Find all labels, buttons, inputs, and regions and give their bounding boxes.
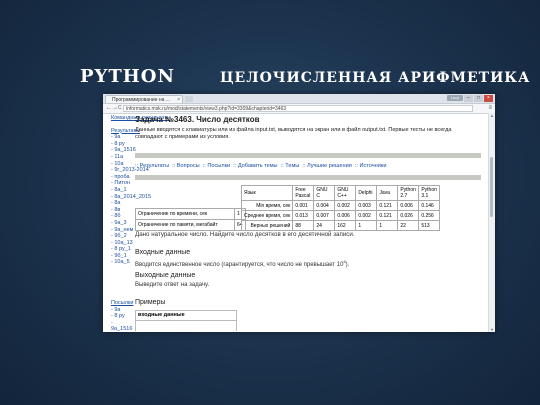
lang-cell: 22 [397, 220, 420, 231]
lang-cell: 513 [418, 220, 441, 231]
task-nav-link[interactable]: :: Результаты [135, 163, 169, 169]
tab-title: Программирование на ... [112, 97, 170, 103]
scroll-down-icon[interactable]: ▼ [489, 327, 495, 332]
lang-cell: 0.006 [397, 200, 420, 211]
sidebar-posts-heading[interactable]: Посылки [111, 300, 133, 307]
examples-table: входные данные [135, 310, 237, 331]
limits-table: Ограничение по времени, сек 1 Ограничени… [135, 208, 246, 231]
maximize-button[interactable]: □ [474, 95, 483, 102]
reload-icon[interactable]: C [118, 105, 122, 112]
sidebar: Командные результаты Результаты - 9а - 8 … [103, 113, 171, 332]
close-window-button[interactable]: × [484, 95, 493, 102]
browser-tab[interactable]: Программирование на ... × [105, 95, 183, 103]
tab-bar: Программирование на ... × Lucy – □ × [103, 94, 495, 104]
task-nav-link[interactable]: :: Лучшие решения [302, 163, 351, 169]
lang-cell: 0.001 [292, 200, 315, 211]
lang-cell: 1 [355, 220, 378, 231]
minimize-button[interactable]: – [464, 95, 473, 102]
lang-cell: 0.256 [418, 210, 441, 221]
limit-label: Ограничение по памяти, мегабайт [135, 219, 235, 231]
new-tab-button[interactable] [185, 96, 193, 102]
task-nav-link[interactable]: :: Добавить темы [233, 163, 277, 169]
scrollbar[interactable]: ▲ ▼ [488, 113, 495, 332]
slide-title-python: PYTHON [80, 66, 175, 87]
scroll-up-icon[interactable]: ▲ [489, 113, 495, 118]
lang-row-label: Min время, сек [240, 200, 294, 211]
lang-cell: 0.121 [376, 210, 399, 221]
lang-cell: 0.006 [334, 210, 357, 221]
limit-label: Ограничение по времени, сек [135, 208, 235, 220]
output-heading: Выходные данные [135, 272, 196, 279]
lang-cell: 0.002 [355, 210, 378, 221]
lang-row-label: Среднее время, сек [240, 210, 294, 221]
limits-row: Ограничение по памяти, мегабайт 64 [135, 219, 246, 231]
divider-bar [135, 175, 481, 180]
main-content: Задача №3463. Число десятков Данные ввод… [135, 113, 487, 332]
task-nav-link[interactable]: :: Посылки [203, 163, 230, 169]
task-title: Задача №3463. Число десятков [135, 115, 260, 124]
output-text: Выведите ответ на задачу. [135, 282, 210, 288]
sidebar-posts-item[interactable]: - 9а [111, 307, 133, 314]
lang-cell: 0.013 [292, 210, 315, 221]
lang-header-cell: Язык [240, 185, 294, 201]
language-stats-table: Язык Free Pascal GNU C GNU C++ Delphi Java Pyt… [240, 185, 441, 231]
problem-statement: Дано натуральное число. Найдите число де… [135, 231, 355, 238]
url-input[interactable]: informatics.msk.ru/mod/statements/view3.… [123, 105, 473, 112]
input-heading: Входные данные [135, 249, 191, 256]
lang-header-cell: Python 2.7 [397, 185, 420, 201]
lang-cell: 1 [376, 220, 399, 231]
lang-cell: 0.003 [355, 200, 378, 211]
lang-row: Верных решений 88 24 162 1 1 22 513 [240, 220, 441, 231]
lang-header-cell: Delphi [355, 185, 378, 201]
user-badge[interactable]: Lucy [447, 95, 463, 101]
lang-row: Среднее время, сек 0.013 0.007 0.006 0.002 0.… [240, 210, 441, 221]
sidebar-posts-item[interactable]: - 9а_1516 [111, 320, 133, 332]
slide-title-topic: ЦЕЛОЧИСЛЕННАЯ АРИФМЕТИКА [220, 70, 531, 86]
task-nav-links: :: Результаты:: Вопросы:: Посылки:: Доба… [135, 163, 389, 169]
lang-cell: 88 [292, 220, 315, 231]
lang-header-cell: Java [376, 185, 399, 201]
examples-heading: Примеры [135, 299, 166, 306]
lang-header-row: Язык Free Pascal GNU C GNU C++ Delphi Java Pyt… [240, 185, 441, 201]
lang-cell: 0.004 [313, 200, 336, 211]
browser-window: Программирование на ... × Lucy – □ × ← →… [103, 94, 495, 332]
lang-header-cell: Free Pascal [292, 185, 315, 201]
task-io-description: Данные вводятся с клавиатуры или из файл… [135, 127, 452, 140]
input-text: Вводится единственное число (гарантирует… [135, 259, 350, 268]
lang-cell: 0.002 [334, 200, 357, 211]
scrollbar-thumb[interactable] [490, 157, 493, 217]
lang-cell: 0.026 [397, 210, 420, 221]
task-nav-link[interactable]: :: Вопросы [172, 163, 200, 169]
examples-input-header: входные данные [136, 311, 236, 321]
lang-cell: 162 [334, 220, 357, 231]
lang-header-cell: Python 3.1 [418, 185, 441, 201]
page-content: Командные результаты Результаты - 9а - 8 … [103, 113, 495, 332]
lang-row: Min время, сек 0.001 0.004 0.002 0.003 0.121 0… [240, 200, 441, 211]
lang-cell: 0.121 [376, 200, 399, 211]
lang-cell: 0.146 [418, 200, 441, 211]
task-nav-link[interactable]: :: Темы [281, 163, 300, 169]
browser-menu-icon[interactable]: ≡ [488, 105, 492, 111]
lang-row-label: Верных решений [240, 220, 294, 231]
lang-header-cell: GNU C [313, 185, 336, 201]
lang-header-cell: GNU C++ [334, 185, 357, 201]
tab-close-icon[interactable]: × [177, 96, 180, 103]
divider-bar [135, 153, 481, 158]
sidebar-posts-item[interactable]: - 8 ру [111, 313, 133, 320]
lang-cell: 0.007 [313, 210, 336, 221]
task-nav-link[interactable]: :: Источники [355, 163, 387, 169]
limits-row: Ограничение по времени, сек 1 [135, 208, 246, 220]
lang-cell: 24 [313, 220, 336, 231]
